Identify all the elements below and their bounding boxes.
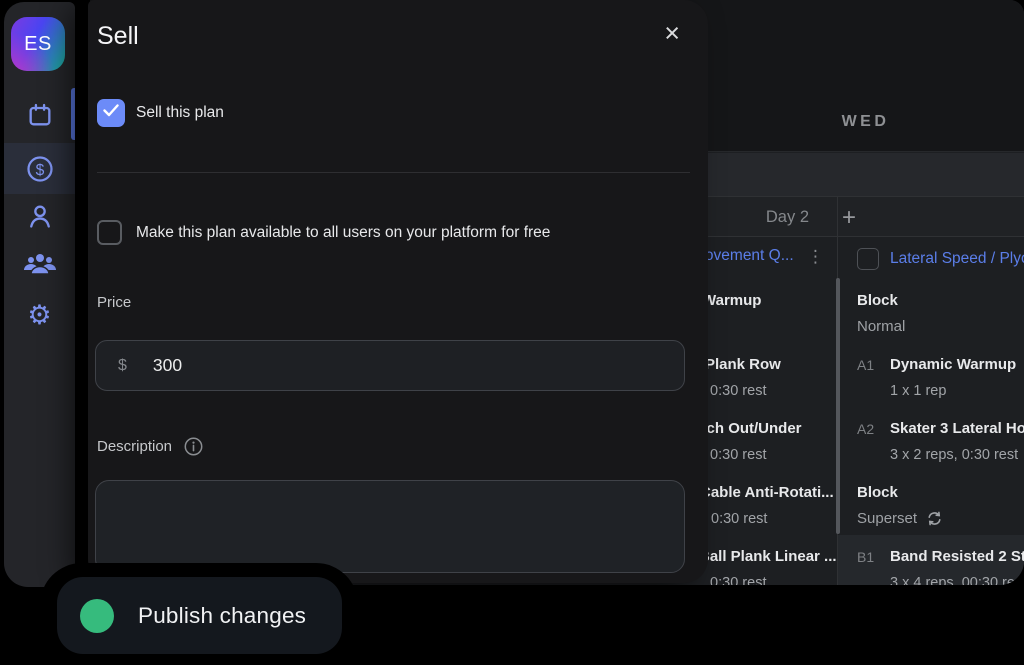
price-label: Price	[97, 294, 131, 311]
price-field[interactable]: $	[95, 340, 685, 391]
sell-this-plan-label: Sell this plan	[136, 104, 224, 122]
avatar[interactable]: ES	[11, 17, 65, 71]
block-type: Normal	[857, 318, 905, 335]
exercise-name[interactable]: Band Resisted 2 Steps	[890, 548, 1024, 565]
exercise-name[interactable]: Warmup	[702, 292, 761, 309]
exercise-name[interactable]: Ball Plank Linear ...	[699, 548, 837, 565]
free-plan-label: Make this plan available to all users on…	[136, 224, 550, 242]
price-input[interactable]	[151, 354, 351, 377]
exercise-order-label: B1	[857, 549, 874, 565]
block-title: Block	[857, 484, 898, 501]
weekday-label: WED	[707, 105, 1024, 139]
column-scrollbar[interactable]	[836, 278, 840, 534]
people-group-icon	[23, 250, 57, 285]
description-field	[95, 480, 685, 573]
superset-cycle-icon	[926, 510, 943, 527]
close-icon[interactable]: ×	[664, 20, 680, 47]
exercise-order-label: A1	[857, 357, 874, 373]
exercise-detail: 3 x 2 reps, 0:30 rest	[890, 447, 1018, 463]
sidebar: ES $	[4, 2, 75, 587]
sidebar-item-clients[interactable]	[4, 202, 75, 235]
description-input[interactable]	[96, 481, 684, 572]
kebab-menu-icon[interactable]: ⋮	[807, 248, 824, 265]
free-plan-checkbox[interactable]	[97, 220, 122, 245]
day-label: Day 2	[707, 197, 823, 238]
info-icon[interactable]	[184, 437, 203, 456]
exercise-detail: , 0:30 rest	[702, 447, 766, 463]
exercise-detail: , 0:30 rest	[702, 575, 766, 585]
exercise-detail: 0:30 rest	[711, 511, 767, 527]
publish-changes-button[interactable]: Publish changes	[57, 577, 342, 654]
block-type-text: Superset	[857, 510, 917, 527]
sell-this-plan-checkbox[interactable]	[97, 99, 125, 127]
exercise-name[interactable]: Dynamic Warmup	[890, 356, 1016, 373]
exercise-name[interactable]: Plank Row	[705, 356, 781, 373]
exercise-detail: , 0:30 rest	[702, 383, 766, 399]
description-label: Description	[97, 438, 172, 455]
dollar-icon: $	[25, 154, 55, 189]
exercise-name[interactable]: Skater 3 Lateral Hops	[890, 420, 1024, 437]
svg-text:$: $	[35, 162, 44, 179]
publish-button-container: Publish changes	[40, 563, 358, 665]
app-screenshot: WED Day 2 + Movement Q... ⋮ Lateral Spee…	[0, 0, 1024, 665]
exercise-order-label: A2	[857, 421, 874, 437]
exercise-name[interactable]: Cable Anti-Rotati...	[700, 484, 834, 501]
workout-checkbox[interactable]	[857, 248, 879, 270]
modal-title: Sell	[97, 22, 139, 51]
sidebar-item-sell[interactable]: $	[4, 154, 75, 189]
sell-modal: Sell × Sell this plan Make this plan ava…	[88, 0, 708, 583]
block-title: Block	[857, 292, 898, 309]
description-label-row: Description	[97, 437, 203, 456]
checkmark-icon	[103, 104, 119, 122]
block-type: Superset	[857, 510, 943, 527]
publish-button-label: Publish changes	[138, 603, 306, 629]
add-day-button[interactable]: +	[842, 197, 856, 238]
currency-symbol: $	[118, 357, 127, 375]
exercise-detail: 3 x 4 reps, 00:30 rest	[890, 575, 1024, 585]
calendar-icon	[26, 101, 54, 134]
sidebar-item-settings[interactable]: ⚙	[4, 302, 75, 329]
sidebar-item-groups[interactable]	[4, 250, 75, 285]
person-icon	[26, 202, 54, 235]
divider	[97, 172, 690, 173]
gear-icon: ⚙	[27, 302, 51, 329]
exercise-detail: 1 x 1 rep	[890, 383, 946, 399]
status-dot-icon	[80, 599, 114, 633]
sidebar-item-calendar[interactable]	[4, 101, 75, 134]
workout-link-right[interactable]: Lateral Speed / Plyo...	[890, 250, 1024, 268]
